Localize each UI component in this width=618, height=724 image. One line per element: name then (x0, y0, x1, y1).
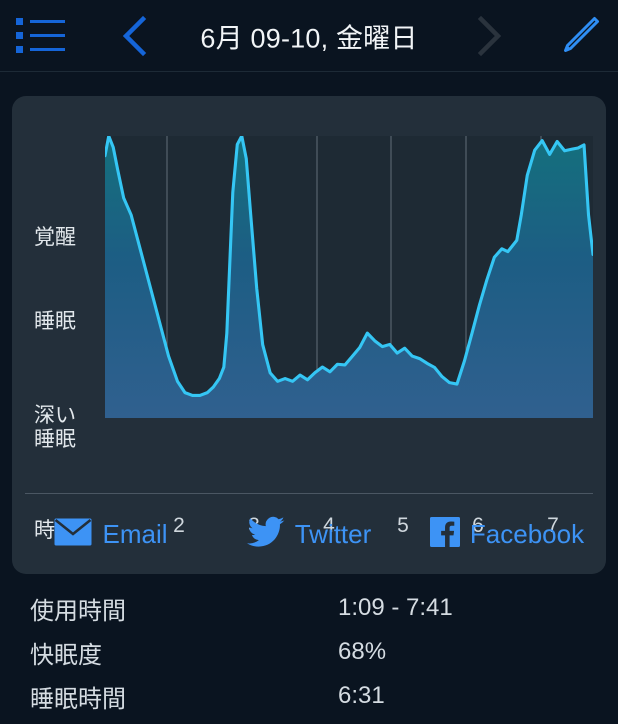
share-facebook-label: Facebook (469, 518, 585, 549)
list-bullet-line (30, 20, 65, 23)
list-bullet-square (16, 46, 23, 53)
facebook-icon (429, 516, 460, 552)
y-axis-label-deep-line1: 深い (34, 404, 76, 427)
list-bullet-square (16, 32, 23, 39)
list-bullet-line (30, 34, 65, 37)
sleep-chart-card: 覚醒 睡眠 深い 睡眠 時間 2 3 4 5 6 7 Email (12, 96, 606, 574)
list-row (16, 46, 70, 53)
y-axis-label-sleep: 睡眠 (34, 310, 76, 333)
share-email-label: Email (102, 518, 168, 549)
list-row (16, 32, 70, 39)
chevron-left-icon[interactable] (118, 14, 152, 58)
stat-value: 68% (338, 638, 387, 665)
stats-list: 使用時間 1:09 - 7:41 快眠度 68% 睡眠時間 6:31 (0, 586, 618, 718)
list-bullet-square (16, 18, 23, 25)
sleep-chart-canvas (105, 136, 593, 418)
stat-value: 1:09 - 7:41 (338, 594, 453, 621)
share-twitter-label: Twitter (294, 518, 372, 549)
y-axis-label-deep-line2: 睡眠 (34, 427, 76, 451)
app-header: 6月 09-10, 金曜日 (0, 0, 618, 72)
stat-key: 睡眠時間 (30, 685, 126, 713)
list-bullet-icon[interactable] (16, 16, 70, 56)
share-facebook-button[interactable]: Facebook (408, 516, 606, 552)
stat-row-sleep-quality: 快眠度 68% (0, 630, 618, 674)
stat-row-sleep-duration: 睡眠時間 6:31 (0, 674, 618, 718)
share-email-button[interactable]: Email (12, 518, 210, 551)
stat-key: 快眠度 (30, 641, 102, 669)
sleep-chart: 覚醒 睡眠 深い 睡眠 時間 2 3 4 5 6 7 (12, 96, 606, 542)
share-row: Email Twitter Facebook (12, 494, 606, 574)
envelope-icon (54, 518, 92, 551)
stat-row-usage-time: 使用時間 1:09 - 7:41 (0, 586, 618, 630)
page-title: 6月 09-10, 金曜日 (200, 23, 418, 53)
list-bullet-line (30, 48, 65, 51)
stat-value: 6:31 (338, 682, 385, 709)
stat-key: 使用時間 (30, 597, 126, 625)
twitter-bird-icon (246, 516, 285, 553)
y-axis-label-deep-sleep: 深い 睡眠 (34, 404, 76, 451)
chevron-right-icon[interactable] (472, 14, 506, 58)
share-twitter-button[interactable]: Twitter (210, 516, 408, 553)
y-axis-label-awake: 覚醒 (34, 226, 76, 249)
list-row (16, 18, 70, 25)
pencil-icon[interactable] (556, 13, 602, 59)
